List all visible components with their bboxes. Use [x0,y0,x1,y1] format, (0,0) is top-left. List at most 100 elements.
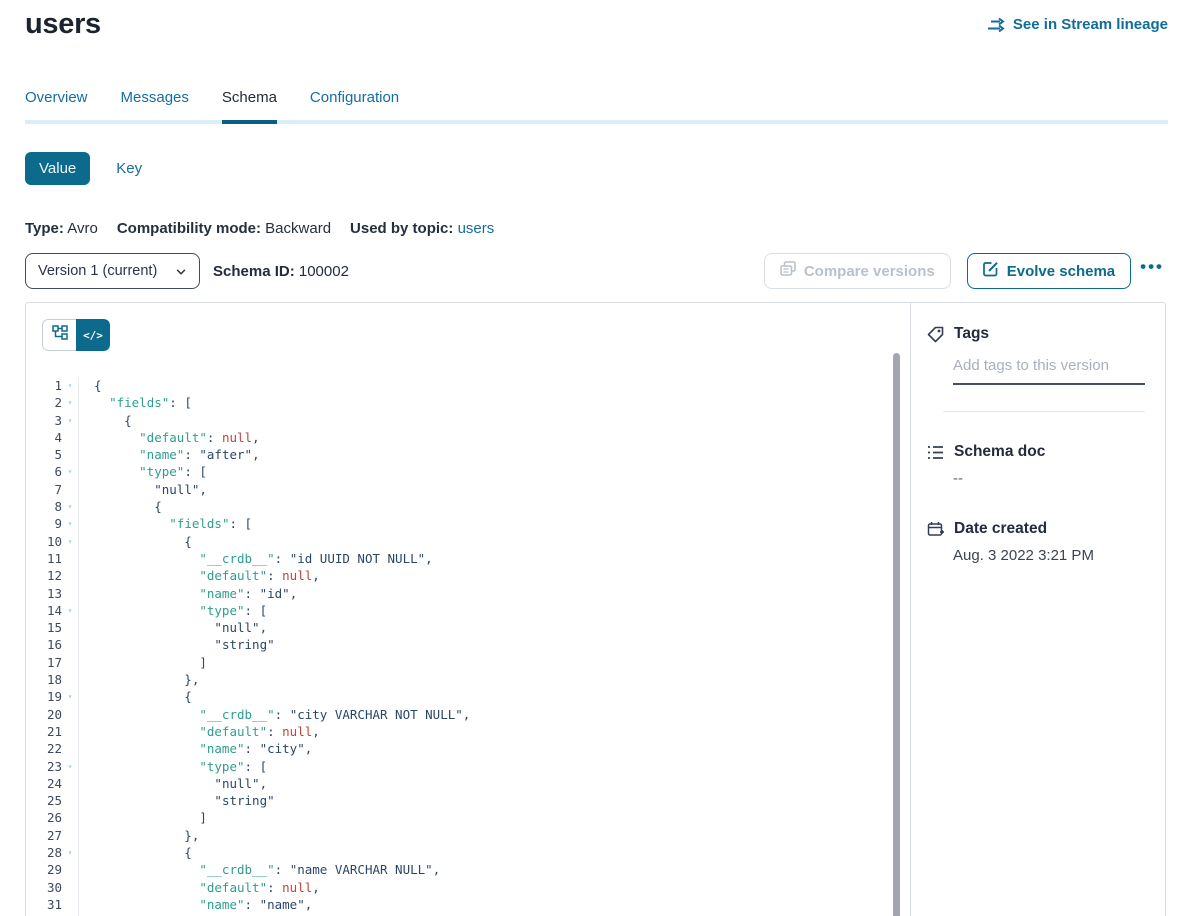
tab-configuration[interactable]: Configuration [310,89,399,124]
fold-gutter [62,723,79,740]
meta-type-value: Avro [67,220,98,237]
code-line: 4 "default": null, [26,429,910,446]
tab-overview[interactable]: Overview [25,89,88,124]
schema-code-pane: </> 1▾{2▾ "fields": [3▾ {4 "default": nu… [26,303,911,916]
fold-gutter [62,654,79,671]
fold-gutter [62,671,79,688]
schema-id: Schema ID: 100002 [213,263,349,280]
editor-scrollbar[interactable] [893,353,900,916]
code-text: "fields": [ [81,515,252,532]
code-text: "name": "city", [81,740,312,757]
code-text: { [81,844,192,861]
line-number: 24 [26,775,62,792]
code-line: 31 "name": "name", [26,896,910,913]
schema-doc-header: Schema doc [927,443,1145,461]
tags-header: Tags [927,325,1145,343]
topbar: users See in Stream lineage [25,8,1168,41]
line-number: 7 [26,481,62,498]
schema-id-value: 100002 [299,263,349,280]
line-number: 16 [26,636,62,653]
line-number: 5 [26,446,62,463]
code-text: { [81,412,132,429]
compare-versions-label: Compare versions [804,263,935,280]
evolve-schema-label: Evolve schema [1007,263,1115,280]
code-line: 9▾ "fields": [ [26,515,910,532]
date-created-title: Date created [954,520,1047,538]
evolve-schema-icon [983,261,999,281]
code-line: 7 "null", [26,481,910,498]
fold-arrow-icon[interactable]: ▾ [62,463,79,480]
fold-gutter [62,567,79,584]
fold-arrow-icon[interactable]: ▾ [62,688,79,705]
compare-versions-icon [780,261,796,281]
code-line: 28▾ { [26,844,910,861]
fold-arrow-icon[interactable]: ▾ [62,602,79,619]
tab-messages[interactable]: Messages [121,89,189,124]
code-text: }, [81,671,199,688]
fold-arrow-icon[interactable]: ▾ [62,515,79,532]
code-line: 16 "string" [26,636,910,653]
tags-input[interactable] [953,355,1145,385]
code-text: "name": "after", [81,446,260,463]
line-number: 6 [26,463,62,480]
meta-compatibility-value: Backward [265,220,331,237]
line-number: 27 [26,827,62,844]
stream-lineage-link[interactable]: See in Stream lineage [987,16,1168,33]
code-text: "name": "id", [81,585,297,602]
fold-arrow-icon[interactable]: ▾ [62,533,79,550]
meta-compatibility: Compatibility mode: Backward [117,220,331,237]
version-select[interactable]: Version 1 (current) [25,253,200,289]
code-view-button[interactable]: </> [76,319,110,351]
tabs-row: Overview Messages Schema Configuration [25,89,1168,124]
fold-gutter [62,481,79,498]
calendar-plus-icon [927,521,944,538]
code-line: 12 "default": null, [26,567,910,584]
fold-gutter [62,827,79,844]
code-line: 8▾ { [26,498,910,515]
code-text: "name": "name", [81,896,312,913]
fold-gutter [62,706,79,723]
value-toggle-button[interactable]: Value [25,152,90,185]
fold-arrow-icon[interactable]: ▾ [62,412,79,429]
evolve-schema-button[interactable]: Evolve schema [967,253,1131,289]
topic-link[interactable]: users [458,220,495,237]
code-text: "default": null, [81,429,260,446]
line-number: 28 [26,844,62,861]
line-number: 13 [26,585,62,602]
meta-compatibility-label: Compatibility mode: [117,220,261,237]
code-text: { [81,688,192,705]
code-text: ] [81,654,207,671]
more-options-button[interactable]: ••• [1140,262,1164,280]
line-number: 15 [26,619,62,636]
fold-arrow-icon[interactable]: ▾ [62,377,79,394]
line-number: 19 [26,688,62,705]
page-title: users [25,8,101,41]
fold-arrow-icon[interactable]: ▾ [62,394,79,411]
compare-versions-button[interactable]: Compare versions [764,253,951,289]
schema-meta-row: Type: Avro Compatibility mode: Backward … [25,220,494,237]
fold-gutter [62,585,79,602]
tags-title: Tags [954,325,989,343]
line-number: 10 [26,533,62,550]
code-view-icon: </> [83,329,103,342]
fold-arrow-icon[interactable]: ▾ [62,498,79,515]
schema-page: users See in Stream lineage Overview Mess… [0,0,1189,916]
fold-gutter [62,550,79,567]
schema-sidebar: Tags Schema doc -- [911,303,1165,916]
tab-schema[interactable]: Schema [222,89,277,124]
code-text: "type": [ [81,602,267,619]
line-number: 18 [26,671,62,688]
schema-doc-title: Schema doc [954,443,1045,461]
code-line: 1▾{ [26,377,910,394]
tree-view-button[interactable] [42,319,76,351]
code-text: "string" [81,792,275,809]
fold-gutter [62,792,79,809]
fold-gutter [62,446,79,463]
fold-arrow-icon[interactable]: ▾ [62,844,79,861]
key-toggle-button[interactable]: Key [116,160,142,177]
code-line: 24 "null", [26,775,910,792]
fold-arrow-icon[interactable]: ▾ [62,758,79,775]
fold-gutter [62,809,79,826]
stream-lineage-icon [987,17,1006,33]
view-toggle: </> [42,319,110,351]
